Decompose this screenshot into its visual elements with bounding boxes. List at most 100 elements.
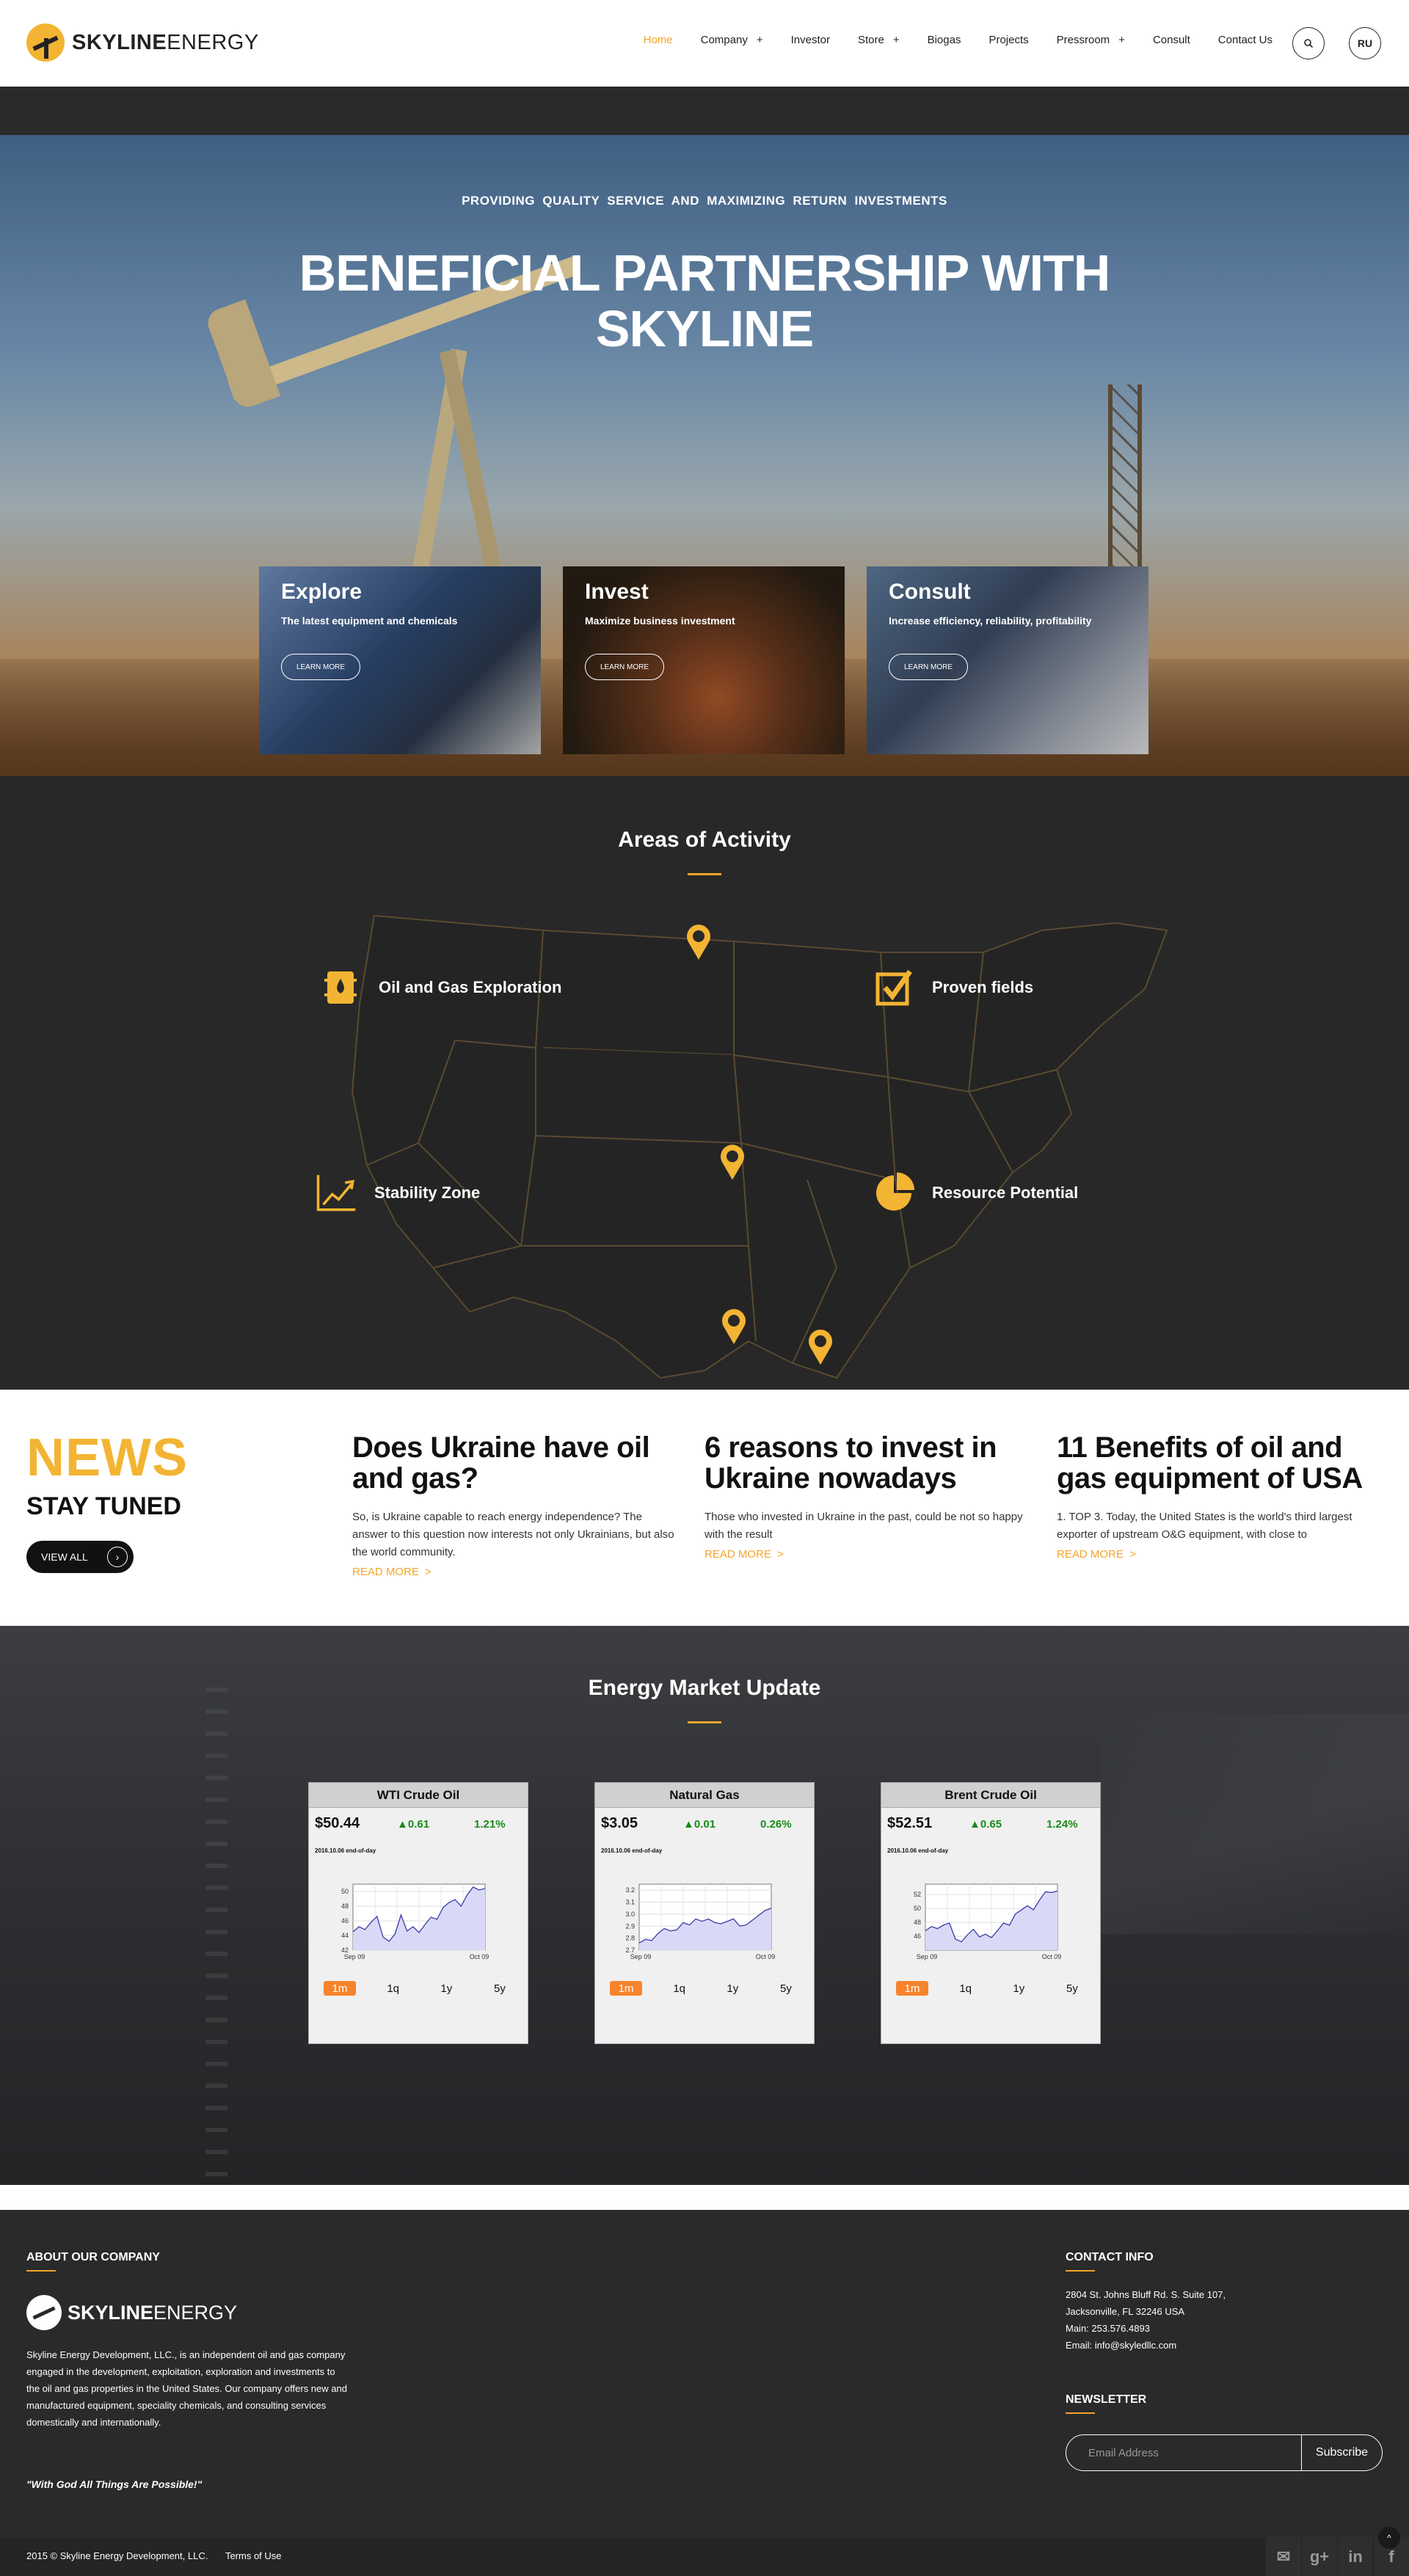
card-invest[interactable]: Invest Maximize business investment LEAR…	[563, 566, 845, 754]
card-description: Maximize business investment	[585, 615, 735, 627]
hero-cards: Explore The latest equipment and chemica…	[259, 566, 1148, 754]
range-tab-5y[interactable]: 5y	[484, 1981, 516, 1996]
article-excerpt: 1. TOP 3. Today, the United States is th…	[1057, 1511, 1352, 1541]
footer-logo[interactable]: SKYLINEENERGY	[26, 2295, 237, 2330]
title-underline	[688, 1721, 721, 1723]
card-explore[interactable]: Explore The latest equipment and chemica…	[259, 566, 541, 754]
range-tabs: 1m 1q 1y 5y	[324, 1981, 516, 1996]
card-consult[interactable]: Consult Increase efficiency, reliability…	[867, 566, 1148, 754]
widget-quote-row: $50.44 ▲0.61 1.21%	[309, 1808, 528, 1837]
section-title: Areas of Activity	[618, 828, 791, 852]
activity-label: Proven fields	[932, 978, 1034, 996]
nav-item-contact-us[interactable]: Contact Us	[1218, 34, 1273, 46]
widget-percent: 1.21%	[474, 1818, 506, 1831]
y-tick-label: 2.9	[625, 1922, 635, 1930]
range-tab-5y[interactable]: 5y	[1056, 1981, 1088, 1996]
hero-title: BENEFICIAL PARTNERSHIP WITH SKYLINE	[0, 245, 1409, 357]
map-pin-icon	[721, 1145, 744, 1180]
search-button[interactable]	[1292, 27, 1325, 59]
news-article: 11 Benefits of oil and gas equipment of …	[1057, 1432, 1380, 1561]
title-underline	[1066, 2412, 1095, 2414]
range-tab-5y[interactable]: 5y	[770, 1981, 802, 1996]
pumpjack-logo-icon	[26, 2295, 62, 2330]
widget-change: ▲0.01	[683, 1818, 716, 1831]
back-to-top-button[interactable]: ^	[1378, 2527, 1400, 2549]
activity-stability-zone[interactable]: Stability Zone	[316, 1172, 480, 1214]
range-tab-1q[interactable]: 1q	[950, 1981, 982, 1996]
contact-phone[interactable]: Main: 253.576.4893	[1066, 2320, 1226, 2337]
activity-oil-gas-exploration[interactable]: Oil and Gas Exploration	[320, 967, 561, 1008]
nav-item-company[interactable]: Company +	[701, 34, 763, 46]
oil-barrel-icon	[320, 967, 361, 1008]
pie-chart-icon	[873, 1172, 914, 1214]
y-tick-label: 48	[914, 1919, 921, 1926]
card-title: Consult	[889, 580, 971, 604]
read-more-link[interactable]: READ MORE >	[1057, 1548, 1136, 1561]
nav-item-store[interactable]: Store +	[858, 34, 900, 46]
y-tick-label: 46	[914, 1933, 921, 1940]
article-title[interactable]: Does Ukraine have oil and gas?	[352, 1432, 675, 1494]
nav-item-investor[interactable]: Investor	[791, 34, 830, 46]
market-widget-natural-gas: Natural Gas $3.05 ▲0.01 0.26% 2016.10.06…	[594, 1782, 815, 2044]
widget-price: $52.51	[887, 1815, 933, 1831]
range-tab-1q[interactable]: 1q	[663, 1981, 696, 1996]
map-pin-icon	[687, 924, 710, 960]
mail-icon[interactable]: ✉	[1266, 2537, 1301, 2576]
x-tick-label: Oct 09	[756, 1953, 776, 1960]
activity-proven-fields[interactable]: Proven fields	[873, 967, 1033, 1008]
newsletter-email-input[interactable]	[1066, 2435, 1301, 2470]
range-tab-1m[interactable]: 1m	[610, 1981, 642, 1996]
article-excerpt: So, is Ukraine capable to reach energy i…	[352, 1511, 674, 1558]
nav-label: Pressroom	[1056, 34, 1110, 46]
footer-newsletter-title: NEWSLETTER	[1066, 2393, 1147, 2406]
activity-resource-potential[interactable]: Resource Potential	[873, 1172, 1078, 1214]
logo-text: SKYLINEENERGY	[72, 30, 259, 54]
range-tab-1y[interactable]: 1y	[1002, 1981, 1035, 1996]
google-plus-icon[interactable]: g+	[1302, 2537, 1337, 2576]
range-tab-1y[interactable]: 1y	[716, 1981, 749, 1996]
copyright: 2015 © Skyline Energy Development, LLC. …	[26, 2550, 282, 2561]
contact-email[interactable]: Email: info@skyledllc.com	[1066, 2337, 1226, 2354]
activity-label: Oil and Gas Exploration	[379, 978, 562, 996]
site-header: SKYLINEENERGY Home Company + Investor Sto…	[0, 0, 1409, 87]
read-more-link[interactable]: READ MORE >	[352, 1566, 432, 1578]
range-tab-1m[interactable]: 1m	[896, 1981, 928, 1996]
search-icon	[1304, 39, 1314, 48]
nav-label: Biogas	[927, 34, 961, 46]
learn-more-button[interactable]: LEARN MORE	[281, 654, 360, 680]
price-chart: 2.72.82.93.03.13.2Sep 09 Oct 09	[625, 1883, 776, 1960]
article-title[interactable]: 11 Benefits of oil and gas equipment of …	[1057, 1432, 1380, 1494]
nav-item-biogas[interactable]: Biogas	[928, 34, 961, 46]
expand-icon: +	[756, 34, 763, 46]
nav-item-consult[interactable]: Consult	[1153, 34, 1190, 46]
read-more-link[interactable]: READ MORE >	[704, 1548, 784, 1561]
language-switch-button[interactable]: RU	[1349, 27, 1381, 59]
activity-label: Stability Zone	[374, 1183, 481, 1202]
nav-item-pressroom[interactable]: Pressroom +	[1057, 34, 1125, 46]
nav-item-projects[interactable]: Projects	[989, 34, 1028, 46]
hero-title-line: BENEFICIAL PARTNERSHIP WITH	[299, 244, 1111, 302]
learn-more-button[interactable]: LEARN MORE	[889, 654, 968, 680]
y-tick-label: 50	[341, 1888, 349, 1895]
linkedin-icon[interactable]: in	[1338, 2537, 1373, 2576]
header-divider-strip	[0, 87, 1409, 135]
range-tab-1m[interactable]: 1m	[324, 1981, 356, 1996]
x-tick-label: Sep 09	[344, 1953, 365, 1960]
article-title[interactable]: 6 reasons to invest in Ukraine nowadays	[704, 1432, 1027, 1494]
contact-info: 2804 St. Johns Bluff Rd. S. Suite 107, J…	[1066, 2286, 1226, 2354]
subscribe-button[interactable]: Subscribe	[1301, 2435, 1382, 2470]
range-tab-1q[interactable]: 1q	[377, 1981, 409, 1996]
range-tab-1y[interactable]: 1y	[430, 1981, 462, 1996]
contact-address-line: 2804 St. Johns Bluff Rd. S. Suite 107,	[1066, 2289, 1226, 2300]
terms-of-use-link[interactable]: Terms of Use	[225, 2550, 282, 2561]
news-subheading: STAY TUNED	[26, 1492, 181, 1520]
logo[interactable]: SKYLINEENERGY	[26, 23, 259, 62]
nav-label: Contact Us	[1217, 34, 1273, 46]
section-spacer	[0, 2185, 1409, 2210]
copyright-text: 2015 © Skyline Energy Development, LLC.	[26, 2550, 208, 2561]
nav-item-home[interactable]: Home	[644, 34, 673, 46]
view-all-button[interactable]: VIEW ALL ›	[26, 1541, 134, 1573]
news-article: 6 reasons to invest in Ukraine nowadays …	[704, 1432, 1027, 1561]
learn-more-button[interactable]: LEARN MORE	[585, 654, 664, 680]
energy-market-section: Energy Market Update WTI Crude Oil $50.4…	[0, 1626, 1409, 2185]
